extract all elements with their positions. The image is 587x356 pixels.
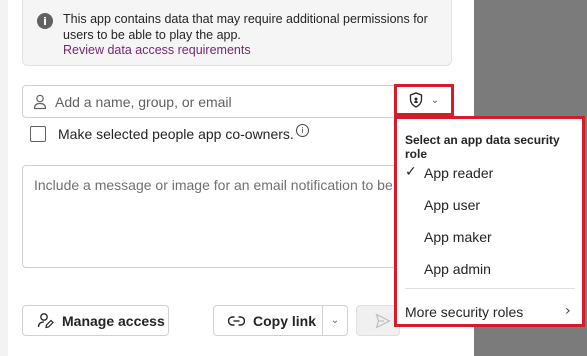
menu-item-label: App reader	[424, 165, 494, 181]
shield-icon	[409, 92, 422, 108]
left-background	[0, 0, 8, 356]
menu-item-app-reader[interactable]: ✓ App reader	[397, 159, 582, 187]
banner-text: This app contains data that may require …	[63, 12, 428, 42]
people-placeholder: Add a name, group, or email	[55, 94, 232, 110]
message-textarea[interactable]: Include a message or image for an email …	[22, 165, 453, 268]
person-icon	[33, 94, 47, 110]
link-icon	[228, 315, 245, 326]
more-security-roles-label: More security roles	[405, 304, 524, 320]
menu-item-label: App admin	[424, 261, 491, 277]
security-role-menu: Select an app data security role ✓ App r…	[394, 116, 585, 327]
coowners-label: Make selected people app co-owners.	[58, 126, 294, 142]
menu-title: Select an app data security role	[405, 133, 560, 161]
menu-item-app-admin[interactable]: App admin	[397, 255, 582, 283]
manage-access-label: Manage access	[62, 312, 165, 329]
more-security-roles-item[interactable]: More security roles ›	[397, 299, 582, 325]
send-icon	[375, 312, 391, 329]
coowners-checkbox[interactable]	[30, 126, 46, 142]
menu-item-label: App maker	[424, 229, 492, 245]
checkmark-icon: ✓	[405, 164, 417, 180]
people-picker-input[interactable]: Add a name, group, or email	[22, 85, 453, 118]
copy-link-button[interactable]: Copy link	[213, 305, 323, 336]
info-icon: i	[37, 13, 53, 29]
menu-divider	[405, 288, 575, 289]
permissions-banner: i This app contains data that may requir…	[22, 0, 452, 66]
person-edit-icon	[37, 313, 54, 329]
chevron-down-icon: ⌄	[330, 315, 340, 326]
copy-link-options-button[interactable]: ⌄	[322, 305, 348, 336]
manage-access-button[interactable]: Manage access	[22, 305, 169, 336]
chevron-down-icon: ⌄	[430, 94, 440, 106]
menu-item-app-maker[interactable]: App maker	[397, 223, 582, 251]
menu-item-app-user[interactable]: App user	[397, 191, 582, 219]
security-role-dropdown-button[interactable]: ⌄	[394, 84, 454, 116]
info-icon[interactable]: i	[296, 124, 309, 137]
message-placeholder: Include a message or image for an email …	[34, 177, 393, 193]
copy-link-label: Copy link	[253, 312, 317, 329]
review-data-access-link[interactable]: Review data access requirements	[63, 43, 251, 57]
chevron-right-icon: ›	[565, 303, 571, 319]
menu-item-label: App user	[424, 197, 481, 213]
